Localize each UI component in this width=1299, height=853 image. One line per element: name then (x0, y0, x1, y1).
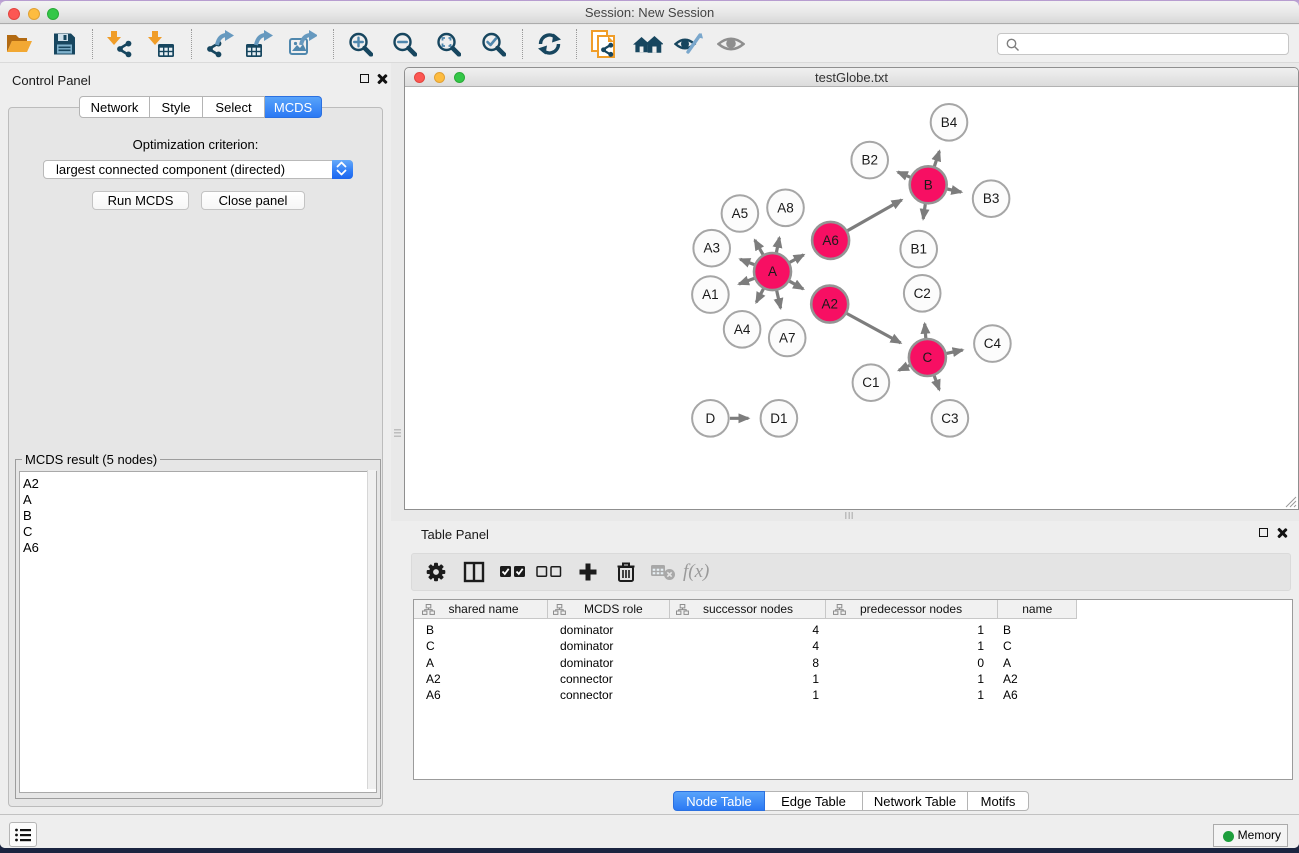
svg-text:A: A (768, 264, 777, 279)
svg-text:A8: A8 (777, 200, 794, 215)
svg-text:B: B (924, 177, 933, 192)
svg-text:D1: D1 (770, 411, 787, 426)
svg-text:A3: A3 (703, 241, 720, 256)
svg-text:B2: B2 (861, 153, 878, 168)
svg-text:A6: A6 (822, 233, 839, 248)
svg-text:C4: C4 (984, 336, 1002, 351)
svg-text:A4: A4 (734, 322, 751, 337)
svg-text:C3: C3 (941, 411, 958, 426)
svg-text:C1: C1 (862, 375, 879, 390)
svg-text:A2: A2 (821, 297, 838, 312)
svg-text:C2: C2 (914, 286, 931, 301)
svg-text:A7: A7 (779, 331, 796, 346)
svg-text:B1: B1 (910, 242, 927, 257)
svg-text:B3: B3 (983, 191, 1000, 206)
svg-text:B4: B4 (941, 115, 958, 130)
svg-text:A1: A1 (702, 287, 719, 302)
svg-text:D: D (706, 411, 716, 426)
svg-text:C: C (923, 350, 933, 365)
svg-text:A5: A5 (732, 206, 749, 221)
